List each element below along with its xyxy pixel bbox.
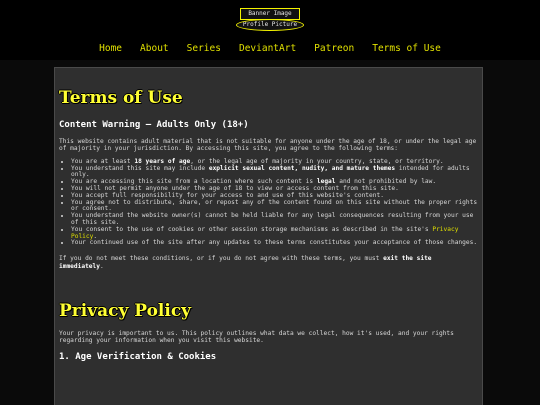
list-item: You agree not to distribute, share, or r…: [71, 199, 478, 214]
list-item: Your continued use of the site after any…: [71, 240, 478, 247]
nav-patreon[interactable]: Patreon: [314, 43, 354, 54]
terms-list: You are at least 18 years of age, or the…: [59, 158, 478, 247]
nav-deviantart[interactable]: DeviantArt: [239, 43, 296, 54]
privacy-section-heading: 1. Age Verification & Cookies: [59, 351, 217, 362]
content-warning-heading: Content Warning – Adults Only (18+): [59, 120, 249, 130]
terms-intro: This website contains adult material tha…: [59, 138, 477, 153]
profile-picture[interactable]: Profile Picture: [236, 19, 304, 31]
nav-home[interactable]: Home: [99, 43, 122, 54]
terms-title: Terms of Use: [59, 88, 183, 108]
main-nav: Home About Series DeviantArt Patreon Ter…: [0, 43, 540, 54]
terms-exit-notice: If you do not meet these conditions, or …: [59, 255, 432, 270]
list-item: You understand the website owner(s) cann…: [71, 212, 478, 227]
privacy-intro: Your privacy is important to us. This po…: [59, 329, 454, 345]
nav-about[interactable]: About: [140, 43, 169, 54]
site-header: Banner Image Profile Picture Home About …: [0, 0, 540, 60]
list-item: You understand this site may include exp…: [71, 165, 478, 180]
list-item: You consent to the use of cookies or oth…: [71, 226, 478, 241]
nav-series[interactable]: Series: [187, 43, 221, 54]
nav-terms[interactable]: Terms of Use: [372, 43, 441, 54]
content-panel: Terms of Use Content Warning – Adults On…: [54, 67, 483, 405]
privacy-title: Privacy Policy: [59, 300, 192, 321]
